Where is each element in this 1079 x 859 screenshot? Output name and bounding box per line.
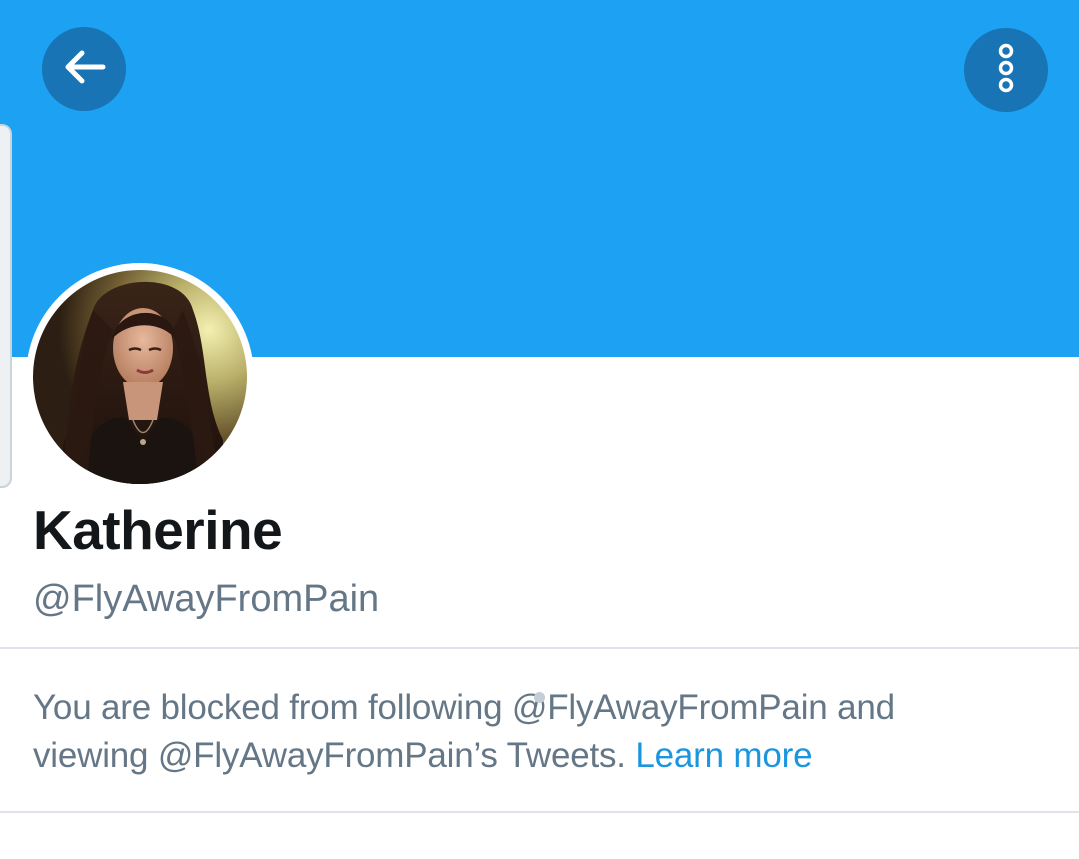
blocked-notice: You are blocked from following @FlyAwayF…: [33, 684, 1063, 780]
arrow-left-icon: [61, 44, 107, 95]
avatar-photo: [33, 270, 247, 484]
display-name: Katherine: [33, 499, 283, 561]
vertical-dots-icon: [996, 43, 1016, 98]
blocked-notice-line2: viewing @FlyAwayFromPain’s Tweets.: [33, 736, 626, 775]
back-button[interactable]: [42, 27, 126, 111]
username-handle: @FlyAwayFromPain: [33, 578, 380, 620]
avatar[interactable]: [26, 263, 254, 491]
divider: [0, 647, 1079, 649]
scroll-indicator-dot: [534, 692, 545, 703]
more-options-button[interactable]: [964, 28, 1048, 112]
learn-more-link[interactable]: Learn more: [635, 736, 812, 775]
side-edge-handle[interactable]: [0, 124, 12, 488]
blocked-notice-line1: You are blocked from following @FlyAwayF…: [33, 688, 895, 727]
divider: [0, 811, 1079, 813]
